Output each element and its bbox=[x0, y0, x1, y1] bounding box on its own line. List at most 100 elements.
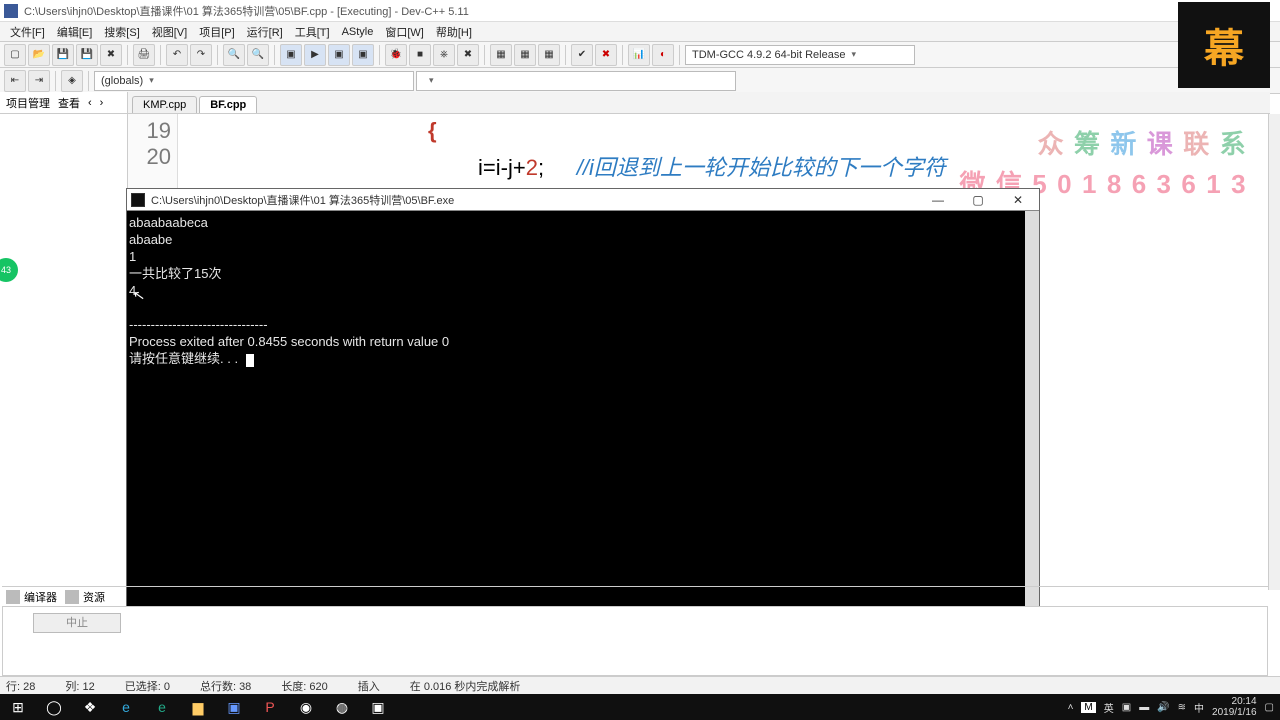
editor-scrollbar[interactable] bbox=[1268, 114, 1280, 590]
run-icon[interactable]: ▶ bbox=[304, 44, 326, 66]
tab-compiler[interactable]: 编译器 bbox=[6, 589, 57, 605]
console-titlebar[interactable]: C:\Users\ihjn0\Desktop\直播课件\01 算法365特训营\… bbox=[127, 189, 1039, 211]
separator bbox=[274, 45, 275, 65]
save-icon[interactable]: 💾 bbox=[52, 44, 74, 66]
console-line: -------------------------------- bbox=[129, 317, 268, 332]
ie-icon[interactable]: e bbox=[108, 694, 144, 720]
cortana-icon[interactable]: ◯ bbox=[36, 694, 72, 720]
exe-icon bbox=[131, 193, 145, 207]
explorer-icon[interactable]: ▆ bbox=[180, 694, 216, 720]
open-file-icon[interactable]: 📂 bbox=[28, 44, 50, 66]
menu-astyle[interactable]: AStyle bbox=[336, 26, 380, 38]
menu-window[interactable]: 窗口[W] bbox=[379, 24, 430, 40]
scope-select[interactable]: (globals) ▾ bbox=[94, 71, 414, 91]
x-icon[interactable]: ✖ bbox=[595, 44, 617, 66]
chrome-icon[interactable]: ◉ bbox=[288, 694, 324, 720]
debug-icon[interactable]: 🐞 bbox=[385, 44, 407, 66]
bottom-tabstrip: 编译器 资源 bbox=[2, 586, 1268, 606]
compile-run-icon[interactable]: ▣ bbox=[328, 44, 350, 66]
editor-tab-bf[interactable]: BF.cpp bbox=[199, 96, 257, 113]
menu-view[interactable]: 视图[V] bbox=[146, 24, 193, 40]
print-icon[interactable]: 🖨 bbox=[133, 44, 155, 66]
badge-text: 43 bbox=[1, 265, 11, 275]
obs-icon[interactable]: ◍ bbox=[324, 694, 360, 720]
delete-icon[interactable]: ✖ bbox=[457, 44, 479, 66]
grid2-icon[interactable]: ▦ bbox=[514, 44, 536, 66]
status-line: 行: 28 bbox=[6, 678, 35, 694]
grid3-icon[interactable]: ▦ bbox=[538, 44, 560, 66]
tab-nav-next[interactable]: › bbox=[100, 97, 104, 109]
stats-icon[interactable]: 📊 bbox=[628, 44, 650, 66]
tray-battery-icon[interactable]: ▬ bbox=[1139, 702, 1149, 713]
check-icon[interactable]: ✔ bbox=[571, 44, 593, 66]
menu-run[interactable]: 运行[R] bbox=[241, 24, 289, 40]
profile-icon[interactable]: ⎈ bbox=[433, 44, 455, 66]
console-line: 请按任意键继续. . . bbox=[129, 351, 242, 366]
wm-char: 筹 bbox=[1074, 129, 1110, 159]
menu-help[interactable]: 帮助[H] bbox=[430, 24, 478, 40]
ime-indicator[interactable]: M bbox=[1081, 702, 1095, 713]
code-token: + bbox=[513, 155, 526, 180]
ime-lang[interactable]: 英 bbox=[1104, 700, 1114, 715]
grid1-icon[interactable]: ▦ bbox=[490, 44, 512, 66]
menu-project[interactable]: 项目[P] bbox=[193, 24, 240, 40]
find-icon[interactable]: 🔍 bbox=[223, 44, 245, 66]
edge-icon[interactable]: e bbox=[144, 694, 180, 720]
undo-icon[interactable]: ↶ bbox=[166, 44, 188, 66]
new-file-icon[interactable]: ▢ bbox=[4, 44, 26, 66]
close-button[interactable]: ✕ bbox=[1005, 193, 1031, 207]
compile-icon[interactable]: ▣ bbox=[280, 44, 302, 66]
app-icon-1[interactable]: ❖ bbox=[72, 694, 108, 720]
tab-resource[interactable]: 资源 bbox=[65, 589, 105, 605]
console-title-text: C:\Users\ihjn0\Desktop\直播课件\01 算法365特训营\… bbox=[151, 192, 454, 208]
close-file-icon[interactable]: ✖ bbox=[100, 44, 122, 66]
minimize-button[interactable]: — bbox=[925, 193, 951, 207]
devcpp-icon[interactable]: ▣ bbox=[216, 694, 252, 720]
rec-icon[interactable]: ◐ bbox=[652, 44, 674, 66]
code-token: - bbox=[501, 155, 508, 180]
tray-chevron-up-icon[interactable]: ˄ bbox=[1068, 702, 1074, 713]
tray-network-icon[interactable]: ≋ bbox=[1178, 702, 1186, 713]
compiler-select-value: TDM-GCC 4.9.2 64-bit Release bbox=[692, 49, 845, 61]
chevron-down-icon: ▾ bbox=[429, 75, 434, 86]
menu-search[interactable]: 搜索[S] bbox=[98, 24, 145, 40]
cmd-icon[interactable]: ▣ bbox=[360, 694, 396, 720]
wm-char: 系 bbox=[1220, 129, 1256, 159]
resource-icon bbox=[65, 590, 79, 604]
save-all-icon[interactable]: 💾 bbox=[76, 44, 98, 66]
tray-clock[interactable]: 20:14 2019/1/16 bbox=[1212, 696, 1257, 718]
ime-cn[interactable]: 中 bbox=[1194, 700, 1204, 715]
editor-tab-kmp[interactable]: KMP.cpp bbox=[132, 96, 197, 113]
menu-edit[interactable]: 编辑[E] bbox=[51, 24, 98, 40]
back-icon[interactable]: ⇤ bbox=[4, 70, 26, 92]
replace-icon[interactable]: 🔍 bbox=[247, 44, 269, 66]
wm-char: 联 bbox=[1183, 129, 1219, 159]
project-panel-tabs: 项目管理 查看 ‹ › bbox=[0, 92, 127, 114]
bookmark-icon[interactable]: ◈ bbox=[61, 70, 83, 92]
status-parse: 在 0.016 秒内完成解析 bbox=[410, 678, 521, 694]
separator bbox=[160, 45, 161, 65]
compiler-select[interactable]: TDM-GCC 4.9.2 64-bit Release ▾ bbox=[685, 45, 915, 65]
menu-file[interactable]: 文件[F] bbox=[4, 24, 51, 40]
redo-icon[interactable]: ↷ bbox=[190, 44, 212, 66]
start-button[interactable]: ⊞ bbox=[0, 694, 36, 720]
brand-logo: 幕 bbox=[1178, 2, 1270, 88]
stop-button[interactable]: 中止 bbox=[33, 613, 121, 633]
wm-char: 众 bbox=[1038, 129, 1074, 159]
separator bbox=[88, 71, 89, 91]
maximize-button[interactable]: ▢ bbox=[965, 193, 991, 207]
watermark-line1: 众筹新课联系 bbox=[1038, 124, 1256, 161]
menu-tools[interactable]: 工具[T] bbox=[289, 24, 336, 40]
tab-view[interactable]: 查看 bbox=[58, 95, 80, 111]
tab-project-manage[interactable]: 项目管理 bbox=[6, 95, 50, 111]
console-line: 一共比较了15次 bbox=[129, 266, 221, 281]
stop-icon[interactable]: ■ bbox=[409, 44, 431, 66]
member-select[interactable]: ▾ bbox=[416, 71, 736, 91]
fwd-icon[interactable]: ⇥ bbox=[28, 70, 50, 92]
tray-volume-icon[interactable]: 🔊 bbox=[1157, 702, 1169, 713]
powerpoint-icon[interactable]: P bbox=[252, 694, 288, 720]
notifications-icon[interactable]: ▢ bbox=[1265, 702, 1274, 713]
tab-nav-prev[interactable]: ‹ bbox=[88, 97, 92, 109]
rebuild-icon[interactable]: ▣ bbox=[352, 44, 374, 66]
tray-speech-icon[interactable]: ▣ bbox=[1122, 702, 1131, 713]
